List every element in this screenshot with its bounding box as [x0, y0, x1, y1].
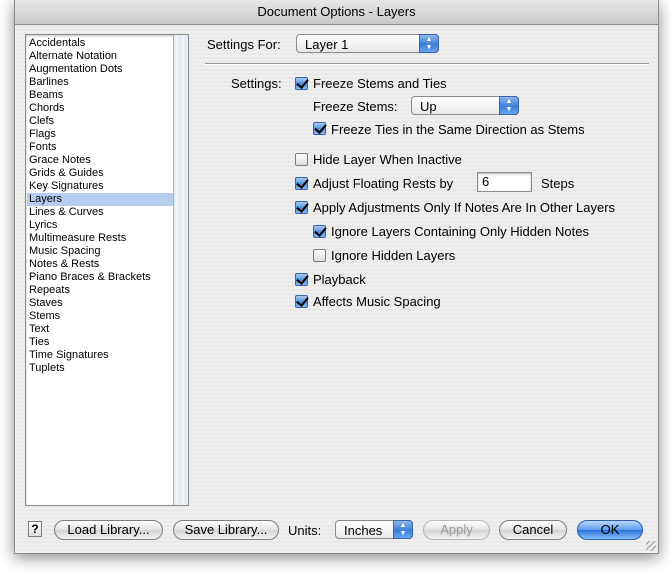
sidebar-item[interactable]: Multimeasure Rests [27, 232, 174, 245]
sidebar-item[interactable]: Grids & Guides [27, 167, 174, 180]
sidebar-item[interactable]: Flags [27, 128, 174, 141]
resize-grip-icon[interactable] [646, 541, 656, 551]
units-popup[interactable]: Inches ▲ ▼ [335, 520, 413, 539]
sidebar-item[interactable]: Accidentals [27, 37, 174, 50]
steps-label: Steps [541, 176, 575, 191]
ok-button[interactable]: OK [577, 520, 643, 540]
sidebar-item[interactable]: Music Spacing [27, 245, 174, 258]
freeze-stems-popup[interactable]: Up ▲ ▼ [411, 96, 519, 115]
sidebar-item[interactable]: Layers [27, 193, 174, 206]
hide-layer-inactive-checkbox[interactable] [295, 153, 308, 166]
affects-spacing-label: Affects Music Spacing [313, 294, 441, 309]
list-scrollbar[interactable] [173, 35, 188, 505]
document-options-window: Document Options - Layers Accidentals Alt… [14, 0, 659, 554]
sidebar-item[interactable]: Time Signatures [27, 349, 174, 362]
sidebar-item[interactable]: Augmentation Dots [27, 63, 174, 76]
ignore-hidden-notes-layers-checkbox[interactable] [313, 225, 326, 238]
sidebar-item[interactable]: Barlines [27, 76, 174, 89]
sidebar-item[interactable]: Clefs [27, 115, 174, 128]
sidebar-item[interactable]: Alternate Notation [27, 50, 174, 63]
adjust-floating-rests-label: Adjust Floating Rests by [313, 176, 454, 191]
settings-for-label: Settings For: [207, 37, 281, 52]
sidebar-item[interactable]: Notes & Rests [27, 258, 174, 271]
sidebar-item[interactable]: Text [27, 323, 174, 336]
settings-label: Settings: [231, 76, 282, 91]
sidebar-item[interactable]: Lyrics [27, 219, 174, 232]
sidebar-item[interactable]: Grace Notes [27, 154, 174, 167]
playback-label: Playback [313, 272, 366, 287]
help-button[interactable]: ? [28, 521, 42, 537]
popup-arrows-icon: ▲ ▼ [499, 96, 519, 115]
sidebar-item[interactable]: Lines & Curves [27, 206, 174, 219]
freeze-ties-same-dir-label: Freeze Ties in the Same Direction as Ste… [331, 122, 585, 137]
sidebar-item[interactable]: Staves [27, 297, 174, 310]
floating-rests-steps-input[interactable]: 6 [477, 172, 532, 192]
load-library-button[interactable]: Load Library... [54, 520, 163, 540]
apply-button[interactable]: Apply [423, 520, 490, 540]
freeze-stems-ties-checkbox[interactable] [295, 77, 308, 90]
freeze-stems-value: Up [420, 99, 437, 114]
playback-checkbox[interactable] [295, 273, 308, 286]
apply-adjustments-checkbox[interactable] [295, 201, 308, 214]
sidebar-item[interactable]: Repeats [27, 284, 174, 297]
units-value: Inches [344, 523, 383, 538]
popup-arrows-icon: ▲ ▼ [393, 520, 413, 539]
window-title: Document Options - Layers [15, 0, 658, 25]
sidebar-item[interactable]: Tuplets [27, 362, 174, 375]
ignore-hidden-layers-checkbox[interactable] [313, 249, 326, 262]
hide-layer-inactive-label: Hide Layer When Inactive [313, 152, 462, 167]
sidebar-item[interactable]: Chords [27, 102, 174, 115]
sidebar-item[interactable]: Key Signatures [27, 180, 174, 193]
adjust-floating-rests-checkbox[interactable] [295, 177, 308, 190]
ignore-hidden-notes-layers-label: Ignore Layers Containing Only Hidden Not… [331, 224, 589, 239]
freeze-ties-same-dir-checkbox[interactable] [313, 122, 326, 135]
units-label: Units: [288, 523, 322, 538]
freeze-stems-ties-label: Freeze Stems and Ties [313, 76, 447, 91]
settings-for-value: Layer 1 [305, 37, 349, 52]
divider [205, 63, 649, 65]
freeze-stems-label: Freeze Stems: [313, 99, 398, 114]
sidebar-item[interactable]: Ties [27, 336, 174, 349]
settings-for-popup[interactable]: Layer 1 ▲ ▼ [296, 34, 439, 53]
affects-spacing-checkbox[interactable] [295, 295, 308, 308]
sidebar-item[interactable]: Fonts [27, 141, 174, 154]
sidebar-item[interactable]: Beams [27, 89, 174, 102]
cancel-button[interactable]: Cancel [499, 520, 567, 540]
save-library-button[interactable]: Save Library... [173, 520, 279, 540]
apply-adjustments-label: Apply Adjustments Only If Notes Are In O… [313, 200, 616, 215]
sidebar-item[interactable]: Piano Braces & Brackets [27, 271, 174, 284]
ignore-hidden-layers-label: Ignore Hidden Layers [331, 248, 456, 263]
category-list[interactable]: Accidentals Alternate Notation Augmentatio… [25, 34, 189, 506]
sidebar-item[interactable]: Stems [27, 310, 174, 323]
popup-arrows-icon: ▲ ▼ [419, 34, 439, 53]
